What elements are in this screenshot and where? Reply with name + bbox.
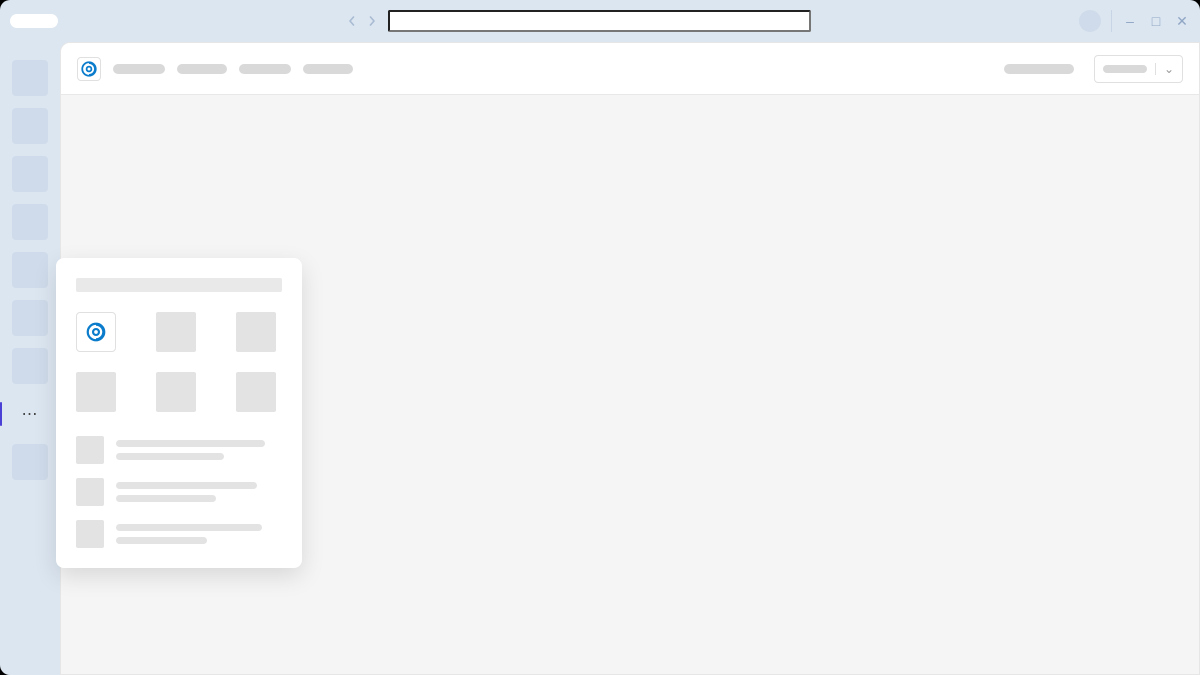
rail-item[interactable] bbox=[12, 252, 48, 288]
rail-item[interactable] bbox=[12, 60, 48, 96]
brand-logo[interactable] bbox=[77, 57, 101, 81]
nav-back-button[interactable] bbox=[344, 13, 360, 29]
separator bbox=[1111, 10, 1112, 32]
list-item-subtitle bbox=[116, 537, 207, 544]
status-text bbox=[1004, 64, 1074, 74]
nav-item[interactable] bbox=[113, 64, 165, 74]
rail-item[interactable] bbox=[12, 348, 48, 384]
nav-item[interactable] bbox=[303, 64, 353, 74]
rail-item[interactable] bbox=[12, 108, 48, 144]
nav-forward-button[interactable] bbox=[364, 13, 380, 29]
close-button[interactable]: ✕ bbox=[1174, 14, 1190, 28]
list-item-subtitle bbox=[116, 495, 216, 502]
apps-grid bbox=[76, 312, 282, 412]
active-indicator bbox=[0, 402, 2, 426]
list-item-subtitle bbox=[116, 453, 224, 460]
minimize-button[interactable]: – bbox=[1122, 14, 1138, 28]
list-item[interactable] bbox=[76, 520, 282, 548]
list-item[interactable] bbox=[76, 478, 282, 506]
page-topbar: ⌄ bbox=[61, 43, 1199, 95]
rail-more-button[interactable]: ⋯ bbox=[12, 396, 48, 432]
apps-popover bbox=[56, 258, 302, 568]
rail-item[interactable] bbox=[12, 204, 48, 240]
app-tile[interactable] bbox=[236, 372, 276, 412]
selector-label bbox=[1103, 65, 1147, 73]
traffic-lights[interactable] bbox=[10, 14, 58, 28]
left-rail: ⋯ bbox=[0, 42, 60, 675]
list-item-icon bbox=[76, 436, 104, 464]
list-item-icon bbox=[76, 520, 104, 548]
list-item-title bbox=[116, 440, 265, 447]
app-tile[interactable] bbox=[156, 312, 196, 352]
nav-item[interactable] bbox=[239, 64, 291, 74]
chevron-down-icon: ⌄ bbox=[1164, 63, 1174, 75]
list-item-title bbox=[116, 524, 262, 531]
popover-search-input[interactable] bbox=[76, 278, 282, 292]
app-tile[interactable] bbox=[236, 312, 276, 352]
popover-list bbox=[76, 436, 282, 548]
app-window: – □ ✕ ⋯ bbox=[0, 0, 1200, 675]
app-tile[interactable] bbox=[156, 372, 196, 412]
nav-item[interactable] bbox=[177, 64, 227, 74]
selector-dropdown[interactable]: ⌄ bbox=[1094, 55, 1183, 83]
app-tile-current[interactable] bbox=[76, 312, 116, 352]
address-bar[interactable] bbox=[388, 10, 811, 32]
list-item-icon bbox=[76, 478, 104, 506]
maximize-button[interactable]: □ bbox=[1148, 14, 1164, 28]
list-item-title bbox=[116, 482, 257, 489]
app-tile[interactable] bbox=[76, 372, 116, 412]
rail-item[interactable] bbox=[12, 300, 48, 336]
rail-item[interactable] bbox=[12, 444, 48, 480]
titlebar: – □ ✕ bbox=[0, 0, 1200, 42]
avatar[interactable] bbox=[1079, 10, 1101, 32]
rail-item[interactable] bbox=[12, 156, 48, 192]
list-item[interactable] bbox=[76, 436, 282, 464]
ellipsis-icon: ⋯ bbox=[22, 404, 39, 424]
